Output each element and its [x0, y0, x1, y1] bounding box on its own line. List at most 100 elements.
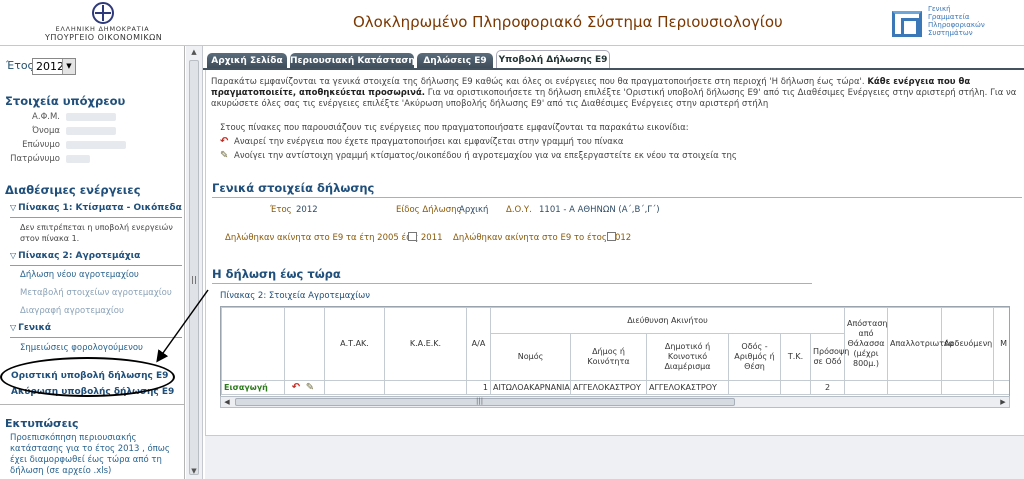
- main-footer-area: [205, 435, 1024, 479]
- doy-value: 1101 - Α ΑΘΗΝΩΝ (Α΄,Β΄,Γ΄): [539, 205, 660, 215]
- tab-assets[interactable]: Περιουσιακή Κατάσταση: [290, 53, 415, 69]
- afm-label: Α.Φ.Μ.: [32, 112, 60, 122]
- decl-kind-label: Είδος Δήλωσης: [396, 205, 462, 215]
- ministry-line1: ΕΛΛΗΝΙΚΗ ΔΗΜΟΚΡΑΤΙΑ: [55, 25, 150, 33]
- col-odos: Οδός - Αριθμός ή Θέση: [728, 333, 781, 381]
- col-aa: Α/Α: [466, 307, 491, 381]
- chevron-down-icon[interactable]: ▼: [62, 59, 75, 74]
- row-atak: [324, 380, 385, 395]
- row-ardevomeni: [941, 380, 994, 395]
- scroll-left-icon[interactable]: ◀: [222, 397, 232, 407]
- intro-text: Παρακάτω εμφανίζονται τα γενικά στοιχεία…: [211, 77, 1017, 109]
- app-header: ΕΛΛΗΝΙΚΗ ΔΗΜΟΚΡΑΤΙΑ ΥΠΟΥΡΓΕΙΟ ΟΙΚΟΝΟΜΙΚΩ…: [0, 0, 1024, 46]
- tab-submit[interactable]: Υποβολή Δήλωσης Ε9: [496, 50, 610, 69]
- panel-splitter[interactable]: ▲ ▼: [186, 46, 203, 479]
- taxpayer-title: Στοιχεία υπόχρεου: [5, 94, 126, 108]
- chk2-checkbox[interactable]: [607, 232, 616, 241]
- row-apallotr: [887, 380, 942, 395]
- app-title: Ολοκληρωμένο Πληροφοριακό Σύστημα Περιου…: [353, 13, 783, 31]
- collapse-icon: ▽: [10, 323, 17, 332]
- col-icons: [284, 307, 325, 381]
- surname-value-redacted: [66, 141, 126, 149]
- plots-grid: Α.Τ.ΑΚ. Κ.Α.Ε.Κ. Α/Α Διεύθυνση Ακινήτου …: [221, 307, 1009, 395]
- tab-home[interactable]: Αρχική Σελίδα: [207, 53, 287, 69]
- name-value-redacted: [66, 127, 116, 135]
- scroll-up-icon[interactable]: ▲: [189, 48, 199, 58]
- gsis-mark-icon: [892, 11, 922, 37]
- col-apallotr: Απαλλοτριωτέα: [887, 307, 954, 381]
- row-action: Εισαγωγή: [221, 380, 285, 395]
- delete-plot-link[interactable]: Διαγραφή αγροτεμαχίου: [20, 306, 124, 316]
- chk2-label: Δηλώθηκαν ακίνητα στο Ε9 το έτος 2012: [453, 233, 632, 243]
- chk1-checkbox[interactable]: [408, 232, 417, 241]
- scroll-down-icon[interactable]: ▼: [189, 467, 199, 477]
- col-tk: Τ.Κ.: [780, 333, 811, 381]
- col-atak: Α.Τ.ΑΚ.: [324, 307, 385, 381]
- splitter-thumb[interactable]: [189, 60, 199, 475]
- print-section: Εκτυπώσεις Προεπισκόπηση περιουσιακής κα…: [0, 404, 184, 479]
- sofar-section-title: Η δήλωση έως τώρα: [212, 267, 341, 281]
- year-label: Έτος: [6, 59, 35, 72]
- doy-label: Δ.Ο.Υ.: [506, 205, 532, 215]
- table-row: Εισαγωγή ↶ ✎ 1 ΑΙΤΩΛΟΑΚΑΡΝΑΝΙΑΣ ΑΓΓΕΛΟΚΑΣ…: [221, 380, 1009, 395]
- new-plot-link[interactable]: Δήλωση νέου αγροτεμαχίου: [20, 270, 139, 280]
- row-apostasi: [844, 380, 888, 395]
- gsis-logo: Γενική Γραμματεία Πληροφοριακών Συστημάτ…: [892, 5, 992, 41]
- year-select[interactable]: 2012 ▼: [32, 58, 76, 75]
- afm-value-redacted: [66, 113, 116, 121]
- col-action: [221, 307, 285, 381]
- row-dimos: ΑΓΓΕΛΟΚΑΣΤΡΟΥ: [570, 380, 647, 395]
- plots-table: Α.Τ.ΑΚ. Κ.Α.Ε.Κ. Α/Α Διεύθυνση Ακινήτου …: [220, 306, 1010, 408]
- row-tk: [780, 380, 811, 395]
- col-extra: Μ Κ: [993, 307, 1009, 381]
- greek-emblem-icon: [91, 2, 114, 24]
- edit-pencil-icon[interactable]: ✎: [305, 382, 316, 393]
- table-hscroll[interactable]: ◀ ▶: [220, 396, 1010, 408]
- decl-year-value: 2012: [296, 205, 318, 215]
- row-icons: ↶ ✎: [284, 380, 325, 395]
- group-table2[interactable]: ▽ Πίνακας 2: Αγροτεμάχια: [10, 251, 182, 266]
- decl-year-label: Έτος: [270, 205, 292, 215]
- row-odos: [728, 380, 781, 395]
- group-general[interactable]: ▽ Γενικά: [10, 323, 182, 338]
- father-label: Πατρώνυμο: [10, 154, 60, 164]
- taxpayer-notes-link[interactable]: Σημειώσεις φορολογούμενου: [20, 343, 143, 353]
- gsis-text: Γενική Γραμματεία Πληροφοριακών Συστημάτ…: [928, 5, 985, 37]
- row-nomos: ΑΙΤΩΛΟΑΚΑΡΝΑΝΙΑΣ: [490, 380, 571, 395]
- scroll-right-icon[interactable]: ▶: [998, 397, 1008, 407]
- col-dimos: Δήμος ή Κοινότητα: [570, 333, 647, 381]
- father-value-redacted: [66, 155, 90, 163]
- actions-title: Διαθέσιμες ενέργειες: [5, 183, 141, 197]
- group-table1[interactable]: ▽ Πίνακας 1: Κτίσματα - Οικόπεδα: [10, 203, 182, 218]
- col-diam: Δημοτικό ή Κοινοτικό Διαμέρισμα: [646, 333, 729, 381]
- modify-plot-link[interactable]: Μεταβολή στοιχείων αγροτεμαχίου: [20, 288, 172, 298]
- row-diam: ΑΓΓΕΛΟΚΑΣΤΡΟΥ: [646, 380, 729, 395]
- row-aa: 1: [466, 380, 491, 395]
- ministry-line2: ΥΠΟΥΡΓΕΙΟ ΟΙΚΟΝΟΜΙΚΩΝ: [45, 33, 163, 42]
- table-caption: Πίνακας 2: Στοιχεία Αγροτεμαχίων: [220, 291, 370, 301]
- left-sidebar: Έτος 2012 ▼ Στοιχεία υπόχρεου Α.Φ.Μ. Όνο…: [0, 46, 185, 479]
- edit-pencil-icon: ✎: [220, 150, 229, 161]
- print-preview-link[interactable]: Προεπισκόπηση περιουσιακής κατάστασης γι…: [10, 433, 182, 477]
- print-title: Εκτυπώσεις: [5, 417, 79, 430]
- tab-declarations[interactable]: Δηλώσεις Ε9: [417, 53, 493, 69]
- year-select-value: 2012: [36, 60, 64, 73]
- tab-bar: Αρχική Σελίδα Περιουσιακή Κατάσταση Δηλώ…: [203, 50, 1024, 69]
- grip-icon[interactable]: [192, 276, 196, 284]
- col-nomos: Νομός: [490, 333, 571, 381]
- legend-undo: ↶ Αναιρεί την ενέργεια που έχετε πραγματο…: [220, 136, 624, 147]
- main-content: Παρακάτω εμφανίζονται τα γενικά στοιχεία…: [205, 70, 1024, 435]
- undo-arrow-icon[interactable]: ↶: [291, 382, 302, 393]
- undo-arrow-icon: ↶: [220, 136, 229, 147]
- col-address: Διεύθυνση Ακινήτου: [490, 307, 845, 334]
- general-section-title: Γενικά στοιχεία δήλωσης: [212, 181, 375, 195]
- decl-kind-value: Αρχική: [459, 205, 489, 215]
- row-prosopsi: 2: [810, 380, 845, 395]
- hscroll-thumb[interactable]: [235, 397, 735, 406]
- col-prosopsi: Πρόσοψη σε Οδό: [810, 333, 849, 381]
- row-kaek: [384, 380, 467, 395]
- table1-note: Δεν επιτρέπεται η υποβολή ενεργειών στον…: [20, 223, 173, 243]
- collapse-icon: ▽: [10, 203, 17, 212]
- col-ardevomeni: Αρδευόμενη: [941, 307, 994, 381]
- legend-edit: ✎ Ανοίγει την αντίστοιχη γραμμή κτίσματος…: [220, 150, 737, 161]
